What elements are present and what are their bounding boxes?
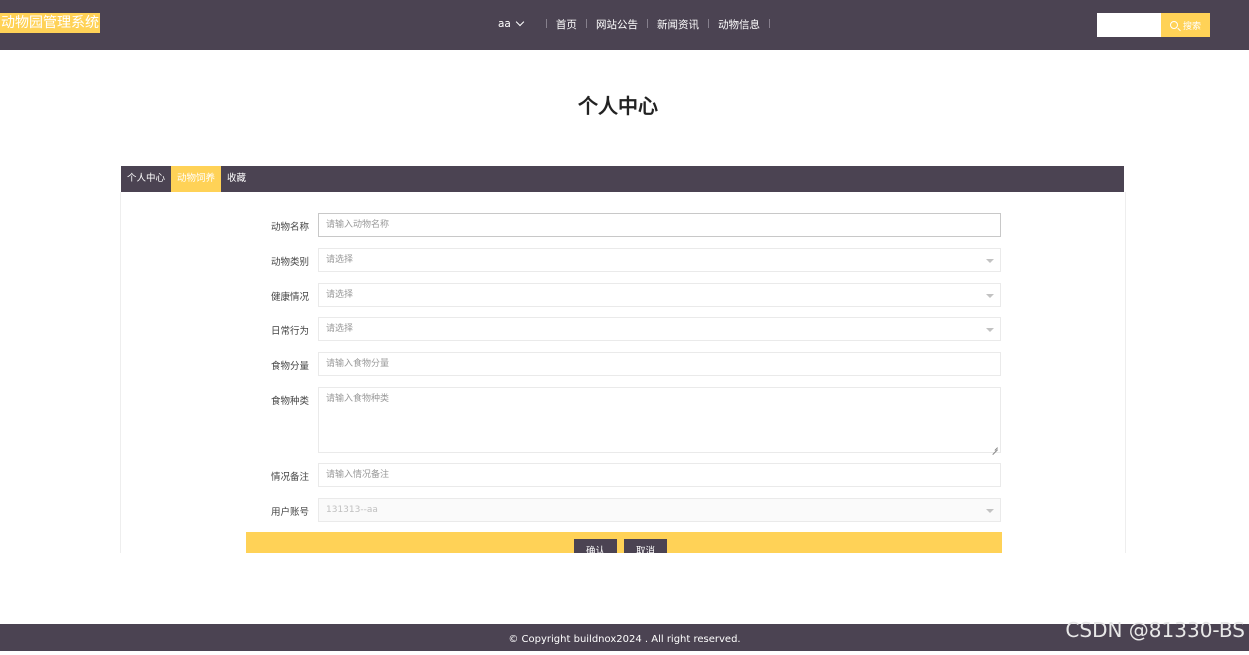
nav-announcements[interactable]: 网站公告 (596, 17, 638, 32)
field-label: 动物类别 (270, 257, 309, 268)
nav-divider: | (584, 19, 588, 29)
field-label: 食物种类 (270, 396, 309, 407)
tab-favorites[interactable]: 收藏 (221, 166, 252, 192)
search-button[interactable]: 搜索 (1161, 13, 1210, 37)
top-navbar: 动物园管理系统 aa | 首页 | 网站公告 | 新闻资讯 | 动物信息 | 搜… (0, 0, 1249, 50)
confirm-button[interactable]: 确认 (574, 539, 617, 553)
search-icon (1169, 21, 1178, 29)
select-value: 131313--aa (326, 505, 378, 515)
cancel-button[interactable]: 取消 (624, 539, 667, 553)
nav-animal-info[interactable]: 动物信息 (718, 17, 760, 32)
field-label: 健康情况 (270, 292, 309, 303)
watermark: CSDN @81330-BS (1065, 618, 1245, 642)
food-type-textarea[interactable]: 请输入食物种类 (318, 387, 1001, 453)
chevron-down-icon (515, 17, 525, 27)
page-title: 个人中心 (578, 94, 658, 118)
nav-divider: | (645, 19, 650, 29)
caret-down-icon (986, 259, 994, 263)
username: aa (498, 18, 511, 30)
footer: © Copyright buildnox2024 . All right res… (0, 624, 1249, 651)
remarks-input[interactable]: 请输入情况备注 (318, 463, 1001, 487)
field-label: 用户账号 (270, 507, 309, 518)
tab-personal-center[interactable]: 个人中心 (121, 166, 171, 192)
header-search: 搜索 (1097, 13, 1210, 37)
user-menu[interactable]: aa (498, 17, 525, 30)
animal-category-select[interactable]: 请选择 (318, 248, 1001, 272)
daily-behavior-select[interactable]: 请选择 (318, 317, 1001, 341)
field-label: 日常行为 (270, 326, 309, 337)
field-label: 食物分量 (270, 361, 309, 372)
tab-animal-feeding[interactable]: 动物饲养 (171, 166, 222, 192)
form-panel: 动物名称 请输入动物名称 动物类别 请选择 健康情况 请选择 日常行为 请选择 … (120, 192, 1126, 553)
animal-name-input[interactable]: 请输入动物名称 (318, 213, 1001, 237)
form-actions: 确认 取消 (246, 532, 1002, 553)
field-label: 动物名称 (270, 222, 309, 233)
nav-divider: | (707, 19, 711, 29)
nav-news[interactable]: 新闻资讯 (657, 17, 699, 32)
center-tabs: 个人中心 动物饲养 收藏 (121, 166, 1124, 192)
site-logo[interactable]: 动物园管理系统 (0, 13, 100, 33)
resize-handle-icon[interactable] (992, 444, 998, 450)
nav-home[interactable]: 首页 (556, 17, 577, 32)
nav-divider: | (544, 19, 548, 29)
nav-divider: | (768, 19, 772, 29)
select-placeholder: 请选择 (326, 324, 354, 334)
search-button-label: 搜索 (1182, 21, 1201, 32)
main-nav: aa | 首页 | 网站公告 | 新闻资讯 | 动物信息 | (498, 16, 779, 32)
caret-down-icon (986, 294, 994, 298)
search-input[interactable] (1097, 13, 1161, 37)
food-amount-input[interactable]: 请输入食物分量 (318, 352, 1001, 376)
field-label: 情况备注 (270, 472, 309, 483)
caret-down-icon (986, 509, 994, 513)
user-account-select: 131313--aa (318, 498, 1001, 522)
caret-down-icon (986, 328, 994, 332)
health-status-select[interactable]: 请选择 (318, 283, 1001, 307)
select-placeholder: 请选择 (326, 290, 354, 300)
textarea-placeholder: 请输入食物种类 (326, 394, 390, 404)
copyright-text: © Copyright buildnox2024 . All right res… (508, 634, 741, 645)
select-placeholder: 请选择 (326, 255, 354, 265)
